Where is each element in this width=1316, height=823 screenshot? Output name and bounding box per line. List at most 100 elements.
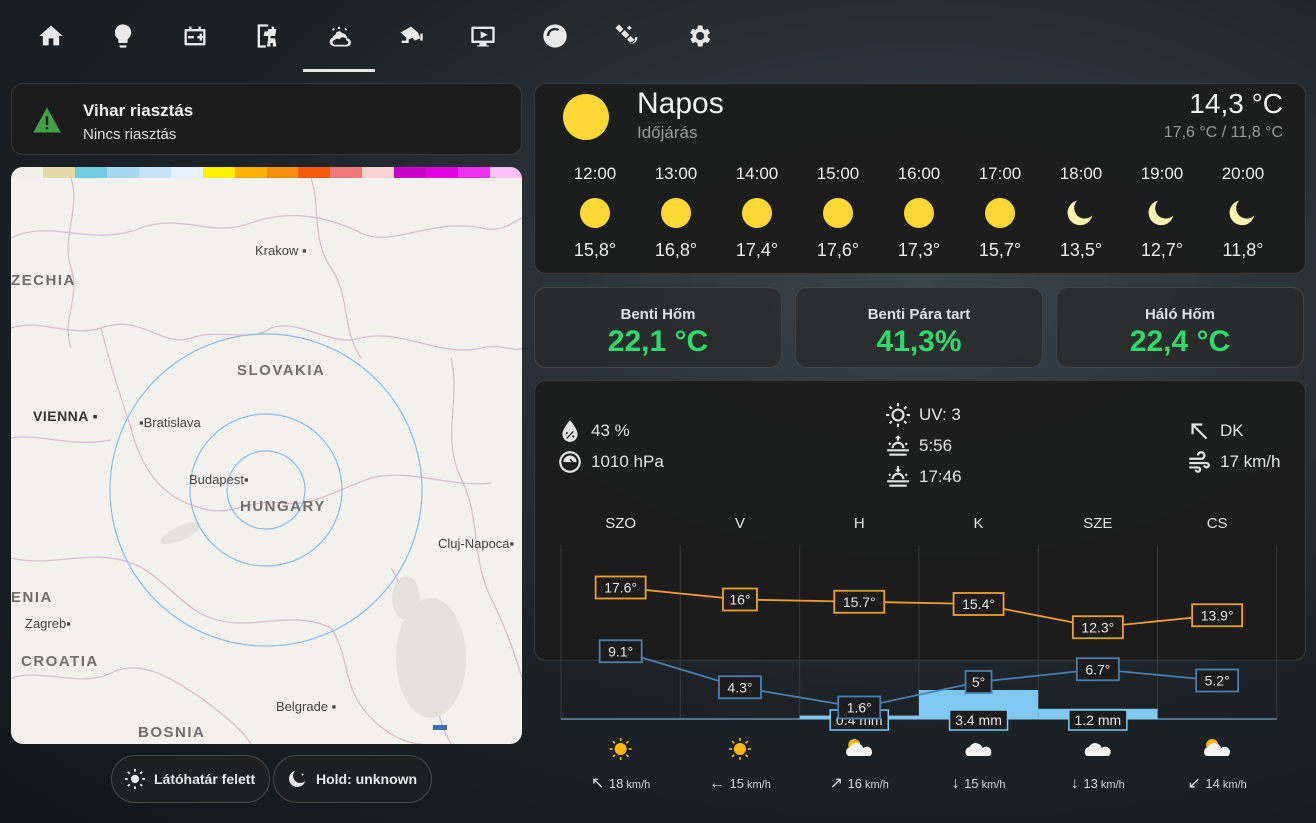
sunrise-value: 5:56 xyxy=(919,436,953,455)
hour-time: 16:00 xyxy=(897,164,941,183)
map-label-belgrade: Belgrade ▪ xyxy=(276,699,337,714)
cctv-icon xyxy=(400,26,423,43)
temp-label: 6.7° xyxy=(1085,661,1110,677)
tab-home[interactable] xyxy=(15,0,87,72)
wind-icon xyxy=(1189,451,1210,473)
map-label-cluj: Cluj-Napoca▪ xyxy=(438,536,515,551)
arrow-up-left-icon xyxy=(1191,423,1208,440)
hour-temperature: 11,8° xyxy=(1222,240,1264,260)
battery-icon xyxy=(184,26,206,46)
temp-label: 5° xyxy=(972,674,985,690)
precip-label: 0.4 mm xyxy=(836,712,883,728)
temp-label-box xyxy=(964,670,993,694)
sun-ray xyxy=(731,740,735,744)
sun-icon xyxy=(733,743,746,755)
hourly-item: 16:00 17,3° xyxy=(884,164,954,261)
map-label-croatia: CROATIA xyxy=(21,653,99,670)
sensor-value: 41,3% xyxy=(876,325,962,358)
wind-forecast: ← 15 km/h xyxy=(709,775,771,792)
lightbulb-icon xyxy=(114,24,132,48)
moon-icon xyxy=(1046,186,1116,240)
current-temperature: 14,3 °C xyxy=(1189,88,1283,119)
sensor-value: 22,4 °C xyxy=(1129,325,1231,358)
uv-value: UV: 3 xyxy=(919,405,961,424)
tab-settings[interactable] xyxy=(663,0,735,72)
temp-label-box xyxy=(837,695,882,720)
moon-icon xyxy=(1127,186,1197,240)
hour-time: 14:00 xyxy=(735,164,779,183)
wind-speed-value: 17 km/h xyxy=(1220,452,1281,471)
partly-cloudy-icon xyxy=(846,743,873,756)
wind-direction-stat: DK xyxy=(1186,418,1244,444)
map-label-slovakia: SLOVAKIA xyxy=(237,362,326,379)
hour-time: 18:00 xyxy=(1059,164,1103,183)
moon-chip[interactable]: Hold: unknown xyxy=(273,755,433,803)
tab-speed[interactable] xyxy=(519,0,591,72)
map-label-czechia: ZECHIA xyxy=(11,272,76,289)
hourly-item: 19:00 12,7° xyxy=(1127,164,1197,261)
sunny-icon xyxy=(563,94,609,140)
sun-chip[interactable]: Látóhatár felett xyxy=(111,755,271,803)
hour-time: 12:00 xyxy=(573,164,617,183)
hourly-item: 17:00 15,7° xyxy=(965,164,1035,261)
sun-uv-icon xyxy=(886,403,910,427)
sunrise-icon xyxy=(887,435,909,456)
sun-icon xyxy=(722,186,792,240)
alert-status: Nincs riasztás xyxy=(83,126,177,143)
legend-swatch xyxy=(11,167,43,178)
hour-temperature: 17,6° xyxy=(816,240,860,260)
tab-battery[interactable] xyxy=(159,0,231,72)
radar-map[interactable]: Krakow ▪ ZECHIA SLOVAKIA VIENNA ▪ ▪Brati… xyxy=(11,167,522,744)
radar-color-legend xyxy=(11,167,522,178)
sensor-bedroom-temp[interactable]: Háló Hőm 22,4 °C xyxy=(1056,287,1304,368)
home-icon xyxy=(39,25,63,46)
sun-icon xyxy=(124,768,146,790)
partly-cloudy-sun xyxy=(1206,739,1219,751)
tab-lights[interactable] xyxy=(87,0,159,72)
sunset-icon xyxy=(887,466,909,487)
storm-alert-card[interactable]: Vihar riasztás Nincs riasztás xyxy=(11,83,522,155)
sensor-value: 22,1 °C xyxy=(607,325,709,358)
weather-night-icon xyxy=(329,26,351,47)
tab-tv[interactable] xyxy=(447,0,519,72)
precip-bar xyxy=(1038,708,1158,719)
hour-temperature: 17,4° xyxy=(735,240,779,260)
legend-swatch xyxy=(266,167,299,178)
legend-swatch xyxy=(42,167,75,178)
legend-swatch xyxy=(298,167,331,178)
precip-label: 1.2 mm xyxy=(1075,712,1122,728)
hour-time: 19:00 xyxy=(1140,164,1184,183)
legend-swatch xyxy=(362,167,395,178)
humidity-stat: 43 % xyxy=(557,418,630,444)
weather-card[interactable]: Napos Időjárás 14,3 °C 17,6 °C / 11,8 °C… xyxy=(534,83,1306,274)
sensor-name: Háló Hőm xyxy=(1144,306,1215,323)
hourly-item: 20:00 11,8° xyxy=(1208,164,1278,261)
sunset-stat: 17:46 xyxy=(885,464,962,490)
sensor-indoor-temp[interactable]: Benti Hőm 22,1 °C xyxy=(534,287,782,368)
map-label-zagreb: Zagreb▪ xyxy=(25,616,71,631)
temp-label-box xyxy=(718,675,762,700)
moon-icon xyxy=(1208,186,1278,240)
humidity-value: 43 % xyxy=(591,421,630,440)
sun-icon xyxy=(965,186,1035,240)
cloudy-icon xyxy=(965,743,992,756)
precip-label-box xyxy=(1068,709,1128,731)
tab-satellite[interactable] xyxy=(591,0,663,72)
hourly-item: 13:00 16,8° xyxy=(641,164,711,261)
legend-swatch xyxy=(330,167,363,178)
sun-ray xyxy=(612,740,616,744)
tab-solar[interactable] xyxy=(231,0,303,72)
warning-icon xyxy=(33,107,61,133)
tab-cctv[interactable] xyxy=(375,0,447,72)
gear-icon xyxy=(690,25,711,47)
temp-label: 4.3° xyxy=(727,679,752,695)
sensor-indoor-humidity[interactable]: Benti Pára tart 41,3% xyxy=(795,287,1043,368)
legend-swatch xyxy=(394,167,427,178)
tab-weather[interactable] xyxy=(303,0,375,72)
uv-stat: UV: 3 xyxy=(885,402,961,428)
hour-temperature: 12,7° xyxy=(1140,240,1184,260)
high-low-temperature: 17,6 °C / 11,8 °C xyxy=(1163,124,1283,141)
precip-label-box xyxy=(948,709,1009,731)
sun-ray xyxy=(625,754,629,758)
sensor-name: Benti Hőm xyxy=(620,306,696,323)
